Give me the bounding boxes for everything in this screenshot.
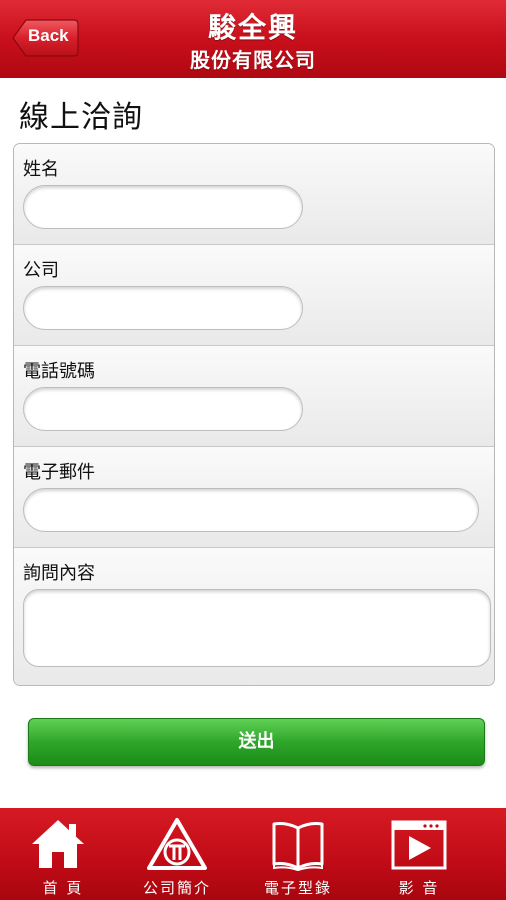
home-icon	[32, 820, 84, 868]
bottom-tab-bar: 首 頁 公司簡介 電子型錄 影 音	[0, 808, 506, 900]
field-message: 詢問內容	[14, 548, 494, 685]
company-input[interactable]	[23, 286, 303, 330]
video-play-icon	[391, 820, 447, 870]
tab-home-label: 首 頁	[42, 879, 84, 897]
tab-catalog[interactable]: 電子型錄	[235, 808, 361, 900]
field-email: 電子郵件	[14, 447, 494, 548]
tab-company[interactable]: 公司簡介	[114, 808, 240, 900]
book-icon	[272, 822, 324, 872]
tab-video[interactable]: 影 音	[356, 808, 482, 900]
message-textarea[interactable]	[23, 589, 491, 667]
name-label: 姓名	[23, 159, 59, 180]
header-bar: Back 駿全興 股份有限公司	[0, 0, 506, 78]
submit-button[interactable]: 送出	[28, 718, 485, 766]
email-input[interactable]	[23, 488, 479, 532]
field-phone: 電話號碼	[14, 346, 494, 447]
field-name: 姓名	[14, 144, 494, 245]
page-title: 線上洽詢	[19, 100, 143, 135]
name-input[interactable]	[23, 185, 303, 229]
app-subtitle: 股份有限公司	[190, 48, 316, 72]
app-title: 駿全興	[207, 11, 298, 44]
tab-video-label: 影 音	[398, 879, 440, 897]
message-label: 詢問內容	[23, 563, 95, 584]
tab-home[interactable]: 首 頁	[0, 808, 126, 900]
inquiry-form: 姓名 公司 電話號碼 電子郵件 詢問內容	[13, 143, 495, 686]
email-label: 電子郵件	[23, 462, 95, 483]
phone-input[interactable]	[23, 387, 303, 431]
phone-label: 電話號碼	[23, 361, 95, 382]
tab-catalog-label: 電子型錄	[263, 879, 332, 897]
field-company: 公司	[14, 245, 494, 346]
company-label: 公司	[23, 260, 59, 281]
tab-company-label: 公司簡介	[142, 879, 211, 897]
company-logo-icon	[147, 818, 207, 870]
